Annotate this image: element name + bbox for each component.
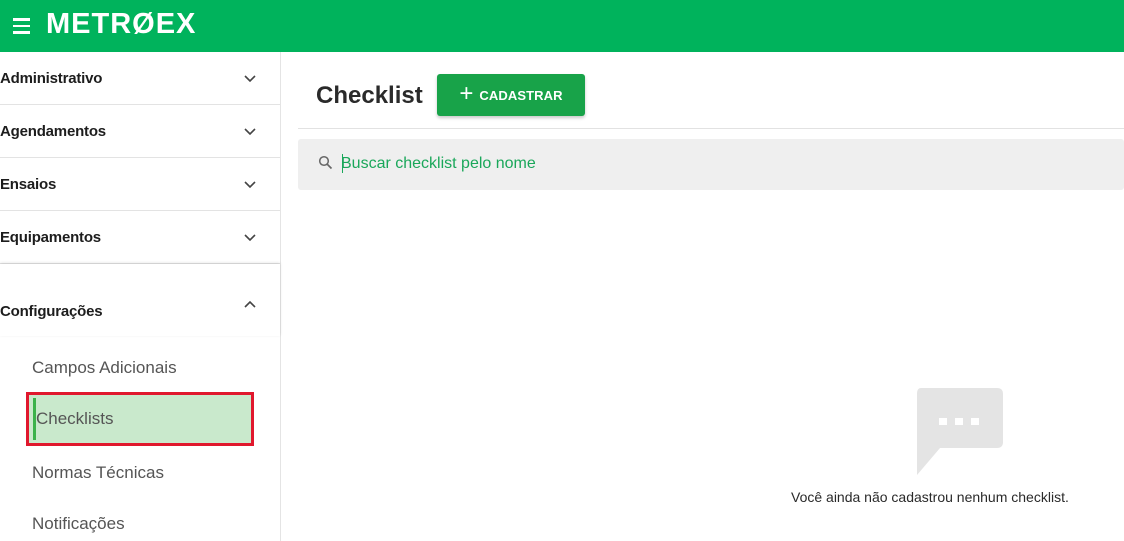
chevron-down-icon — [244, 128, 256, 136]
sidebar-item-label: Checklists — [36, 409, 114, 428]
sidebar-item-campos-adicionais[interactable]: Campos Adicionais — [32, 358, 177, 378]
sidebar-item-checklists[interactable]: Checklists — [26, 392, 254, 446]
chevron-down-icon — [244, 75, 256, 83]
text-caret — [342, 154, 343, 173]
sidebar-group-ensaios[interactable]: Ensaios — [0, 158, 280, 211]
chat-bubble-icon — [917, 388, 1003, 475]
sidebar-group-label: Administrativo — [0, 70, 103, 87]
hamburger-menu-icon[interactable] — [11, 15, 35, 37]
search-bar — [298, 139, 1124, 190]
chevron-up-icon — [244, 300, 256, 308]
add-checklist-button[interactable]: + CADASTRAR — [437, 74, 585, 116]
sidebar-item-normas-tecnicas[interactable]: Normas Técnicas — [32, 463, 164, 483]
empty-state-message: Você ainda não cadastrou nenhum checklis… — [791, 489, 1069, 505]
sidebar-item-notificacoes[interactable]: Notificações — [32, 514, 125, 534]
search-input[interactable] — [341, 151, 1101, 177]
sidebar: Administrativo Agendamentos Ensaios Equi… — [0, 52, 281, 541]
page-title: Checklist — [316, 82, 423, 109]
chevron-down-icon — [244, 181, 256, 189]
app-logo[interactable]: METRØEX — [46, 8, 196, 41]
sidebar-group-agendamentos[interactable]: Agendamentos — [0, 105, 280, 158]
sidebar-group-label: Equipamentos — [0, 229, 101, 246]
sidebar-group-label: Ensaios — [0, 176, 57, 193]
chevron-down-icon — [244, 234, 256, 242]
search-icon — [318, 155, 333, 170]
sidebar-group-administrativo[interactable]: Administrativo — [0, 52, 280, 105]
top-app-bar: METRØEX — [0, 0, 1124, 52]
add-button-label: CADASTRAR — [479, 87, 563, 103]
main-content: Checklist + CADASTRAR Você ainda não cad… — [282, 52, 1124, 541]
sidebar-group-configuracoes[interactable]: Configurações — [0, 264, 280, 336]
sidebar-group-equipamentos[interactable]: Equipamentos — [0, 211, 280, 264]
plus-icon: + — [459, 80, 474, 107]
header-divider — [298, 128, 1124, 129]
sidebar-group-label: Configurações — [0, 303, 103, 320]
sidebar-group-label: Agendamentos — [0, 123, 106, 140]
